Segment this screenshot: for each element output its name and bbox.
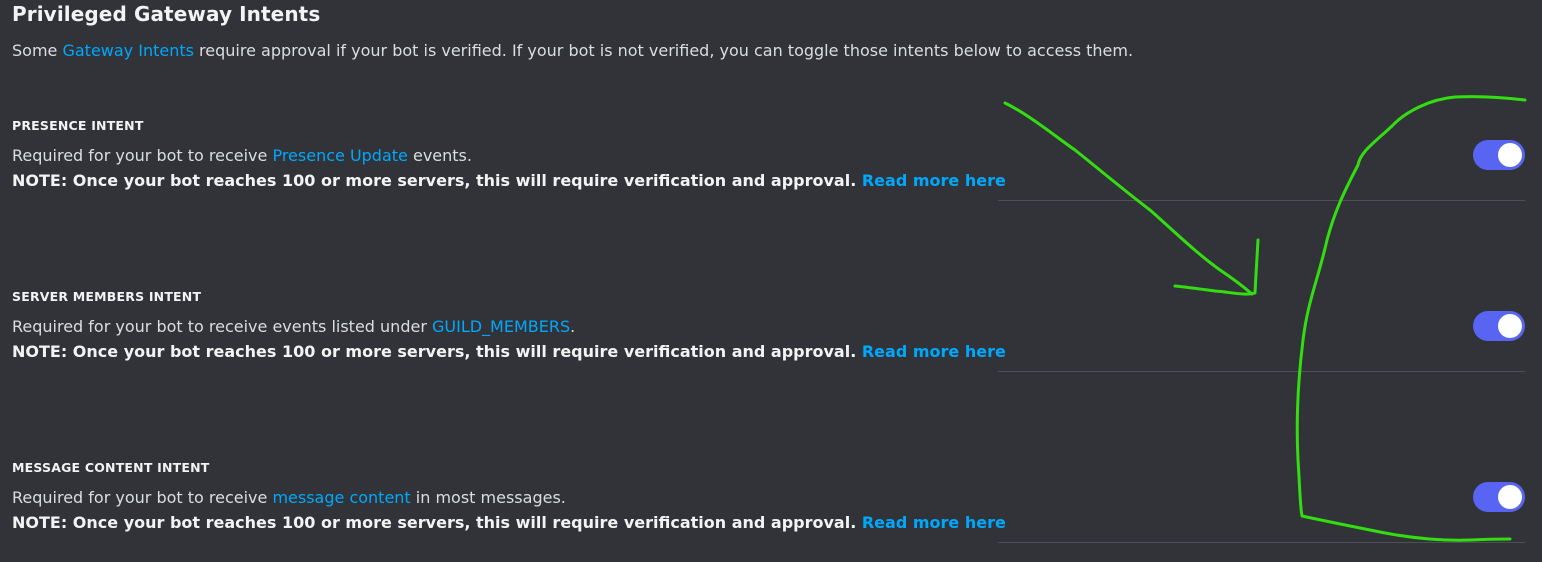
note-text: NOTE: Once your bot reaches 100 or more … [12,171,862,190]
note-text: NOTE: Once your bot reaches 100 or more … [12,513,862,532]
presence-update-link[interactable]: Presence Update [272,146,407,165]
toggle-knob [1498,143,1522,167]
server-members-intent-heading: SERVER MEMBERS INTENT [12,289,202,304]
toggle-knob [1498,485,1522,509]
privileged-intents-page: Privileged Gateway Intents Some Gateway … [0,0,1542,562]
line-suffix: in most messages. [410,488,566,507]
divider [998,200,1525,201]
line-suffix: events. [407,146,472,165]
line-suffix: . [570,317,576,336]
desc-prefix: Some [12,41,63,60]
server-members-intent-section: SERVER MEMBERS INTENT Required for your … [0,289,1542,399]
annotation-arrow-head [1173,238,1260,296]
read-more-link[interactable]: Read more here [862,513,1006,532]
server-members-intent-description: Required for your bot to receive events … [12,317,575,336]
gateway-intents-link[interactable]: Gateway Intents [62,41,194,60]
presence-intent-section: PRESENCE INTENT Required for your bot to… [0,118,1542,228]
read-more-link[interactable]: Read more here [862,342,1006,361]
server-members-intent-toggle[interactable] [1473,311,1525,341]
message-content-intent-toggle[interactable] [1473,482,1525,512]
line-prefix: Required for your bot to receive [12,488,273,507]
desc-suffix: require approval if your bot is verified… [193,41,1134,60]
presence-intent-description: Required for your bot to receive Presenc… [12,146,472,165]
read-more-link[interactable]: Read more here [862,171,1006,190]
server-members-intent-note: NOTE: Once your bot reaches 100 or more … [12,342,1006,361]
note-text: NOTE: Once your bot reaches 100 or more … [12,342,862,361]
message-content-intent-note: NOTE: Once your bot reaches 100 or more … [12,513,1006,532]
message-content-intent-section: MESSAGE CONTENT INTENT Required for your… [0,460,1542,562]
message-content-link[interactable]: message content [272,488,410,507]
divider [998,371,1525,372]
page-title: Privileged Gateway Intents [12,2,321,26]
line-prefix: Required for your bot to receive [12,146,273,165]
page-description: Some Gateway Intents require approval if… [12,41,1133,60]
toggle-knob [1498,314,1522,338]
guild-members-link[interactable]: GUILD_MEMBERS [432,317,570,336]
message-content-intent-description: Required for your bot to receive message… [12,488,566,507]
divider [998,542,1525,543]
line-prefix: Required for your bot to receive events … [12,317,432,336]
message-content-intent-heading: MESSAGE CONTENT INTENT [12,460,210,475]
presence-intent-toggle[interactable] [1473,140,1525,170]
presence-intent-heading: PRESENCE INTENT [12,118,144,133]
presence-intent-note: NOTE: Once your bot reaches 100 or more … [12,171,1006,190]
